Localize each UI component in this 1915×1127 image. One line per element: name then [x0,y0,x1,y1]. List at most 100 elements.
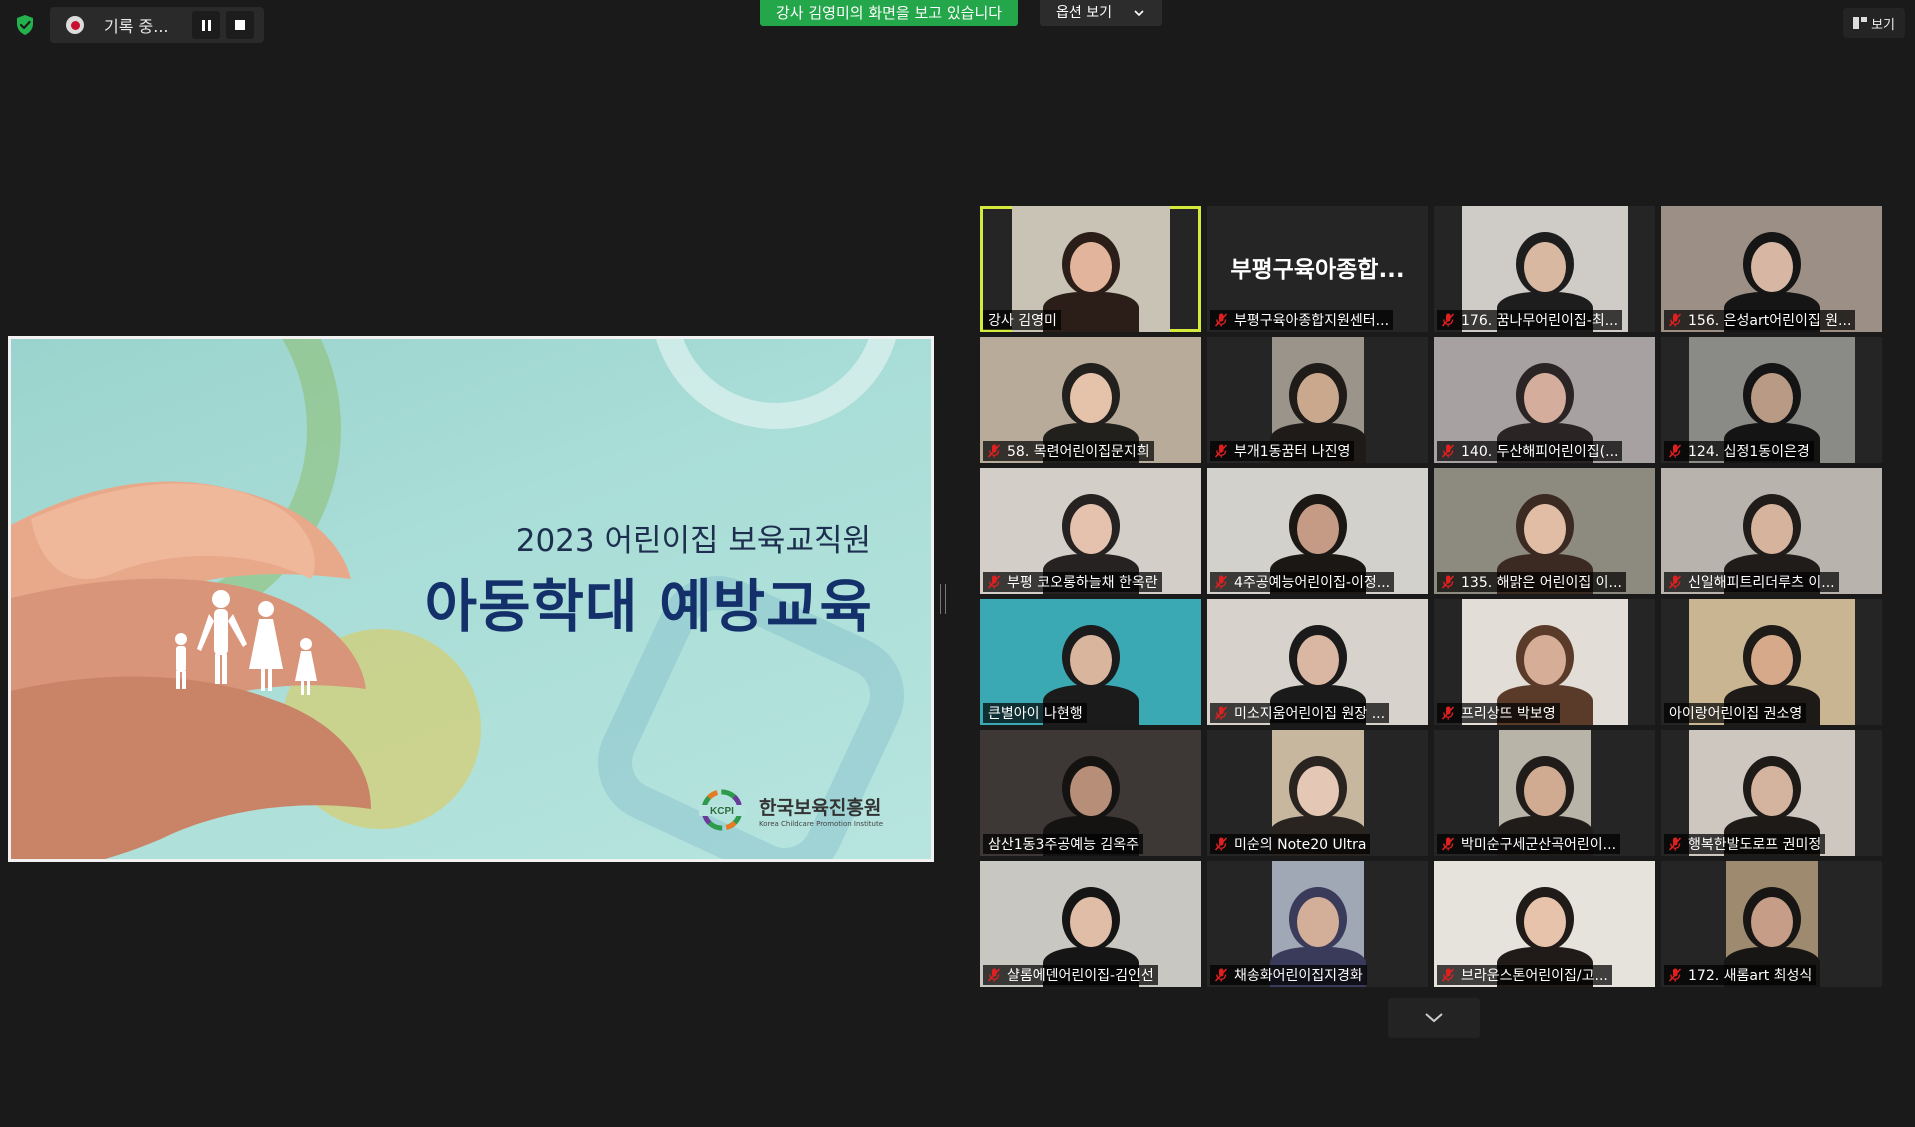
participant-name: 135. 해맑은 어린이집 이... [1461,575,1622,591]
participant-name: 부평구육아종합지원센터... [1234,313,1390,329]
participant-face [1296,897,1339,947]
participant-name: 미순의 Note20 Ultra [1234,837,1367,853]
participant-face [1523,373,1566,423]
mic-off-icon [1214,575,1228,589]
mic-off-icon [1214,313,1228,327]
participant-display-name: 부평구육아종합... [1230,257,1405,283]
slide-subtitle: 2023 어린이집 보육교직원 [515,523,871,559]
participant-name-bar: 135. 해맑은 어린이집 이... [1437,572,1626,592]
mic-off-icon [1668,968,1682,982]
participant-face [1523,766,1566,816]
participant-name-bar: 큰별아이 나현행 [983,703,1087,723]
mic-off-icon [1668,444,1682,458]
view-options-button[interactable]: 옵션 보기 [1040,0,1162,26]
participant-tile[interactable]: 부평 코오롱하늘채 한옥란 [980,468,1201,594]
participant-face [1750,766,1793,816]
participant-face [1523,504,1566,554]
participant-tile[interactable]: 172. 새롬art 최성식 [1661,861,1882,987]
slide-title: 아동학대 예방교육 [424,574,873,640]
participant-face [1296,504,1339,554]
participant-tile[interactable]: 124. 십정1동이은경 [1661,337,1882,463]
participant-face [1069,766,1112,816]
stop-recording-button[interactable] [226,11,254,39]
participant-name: 삼산1동3주공예능 김옥주 [988,837,1140,853]
participant-tile[interactable]: 부평구육아종합... 부평구육아종합지원센터... [1207,206,1428,332]
participant-tile[interactable]: 58. 목련어린이집문지희 [980,337,1201,463]
participant-name: 4주공예능어린이집-이정... [1234,575,1391,591]
participant-tile[interactable]: 176. 꿈나무어린이집-최... [1434,206,1655,332]
svg-text:KCPI: KCPI [710,806,734,817]
participant-face [1296,373,1339,423]
participant-face [1750,373,1793,423]
participant-tile[interactable]: 행복한발도로프 권미정 [1661,730,1882,856]
participant-name-bar: 강사 김영미 [983,310,1061,330]
participant-name-bar: 4주공예능어린이집-이정... [1210,572,1395,592]
participant-name-bar: 156. 은성art어린이집 원... [1664,310,1856,330]
participant-tile[interactable]: 샬롬에덴어린이집-김인선 [980,861,1201,987]
mic-off-icon [1441,575,1455,589]
participant-tile[interactable]: 135. 해맑은 어린이집 이... [1434,468,1655,594]
participant-tile[interactable]: 삼산1동3주공예능 김옥주 [980,730,1201,856]
participant-name: 프리상뜨 박보영 [1461,706,1556,722]
split-view-handle[interactable] [940,584,946,614]
participant-name-bar: 채송화어린이집지경화 [1210,965,1367,985]
mic-off-icon [1214,968,1228,982]
participant-tile[interactable]: 미순의 Note20 Ultra [1207,730,1428,856]
participant-tile[interactable]: 브라운스톤어린이집/고... [1434,861,1655,987]
participant-tile[interactable]: 부개1동꿈터 나진영 [1207,337,1428,463]
participant-name: 124. 십정1동이은경 [1688,444,1810,460]
participant-tile[interactable]: 4주공예능어린이집-이정... [1207,468,1428,594]
participant-name-bar: 140. 두산해피어린이집(... [1437,441,1623,461]
participant-tile[interactable]: 156. 은성art어린이집 원... [1661,206,1882,332]
org-name: 한국보육진흥원 [758,796,882,819]
recording-bar: 기록 중... [50,7,264,43]
participant-face [1069,373,1112,423]
chevron-down-icon [1425,1013,1443,1023]
participant-tile[interactable]: 아이랑어린이집 권소영 [1661,599,1882,725]
view-options-label: 옵션 보기 [1056,5,1112,21]
participant-name: 아이랑어린이집 권소영 [1669,706,1803,722]
participant-name: 140. 두산해피어린이집(... [1461,444,1619,460]
participant-tile[interactable]: 신일해피트리더루츠 이... [1661,468,1882,594]
shield-check-icon[interactable] [14,14,36,36]
participant-tile[interactable]: 강사 김영미 [980,206,1201,332]
pause-recording-button[interactable] [192,11,220,39]
view-label: 보기 [1871,17,1895,33]
participant-name: 176. 꿈나무어린이집-최... [1461,313,1619,329]
participant-face [1523,635,1566,685]
participant-name: 부평 코오롱하늘채 한옥란 [1007,575,1158,591]
participant-name-bar: 부평구육아종합지원센터... [1210,310,1394,330]
participant-tile[interactable]: 140. 두산해피어린이집(... [1434,337,1655,463]
mic-off-icon [987,575,1001,589]
participant-tile[interactable]: 프리상뜨 박보영 [1434,599,1655,725]
participant-tile[interactable]: 채송화어린이집지경화 [1207,861,1428,987]
participant-name: 박미순구세군산곡어린이... [1461,837,1617,853]
org-english-name: Korea Childcare Promotion Institute [758,819,883,828]
participant-name-bar: 프리상뜨 박보영 [1437,703,1560,723]
participant-name-bar: 부개1동꿈터 나진영 [1210,441,1355,461]
kcpi-logo-block: KCPI 한국보육진흥원 Korea Childcare Promotion I… [693,787,883,833]
participant-name: 행복한발도로프 권미정 [1688,837,1822,853]
participant-name: 강사 김영미 [988,313,1057,329]
participant-name: 156. 은성art어린이집 원... [1688,313,1852,329]
participant-tile[interactable]: 미소지움어린이집 원장 ... [1207,599,1428,725]
stop-icon [235,20,245,30]
participant-name-bar: 박미순구세군산곡어린이... [1437,834,1621,854]
participant-name: 브라운스톤어린이집/고... [1461,968,1608,984]
shared-screen[interactable]: 2023 어린이집 보육교직원 아동학대 예방교육 KCPI 한국보육진흥원 K… [8,336,934,862]
kcpi-logo-icon: KCPI [698,789,745,831]
participant-name-bar: 행복한발도로프 권미정 [1664,834,1826,854]
participant-tile[interactable]: 박미순구세군산곡어린이... [1434,730,1655,856]
participant-name-bar: 124. 십정1동이은경 [1664,441,1814,461]
mic-off-icon [987,968,1001,982]
participant-face [1069,635,1112,685]
participant-name: 부개1동꿈터 나진영 [1234,444,1351,460]
view-button[interactable]: 보기 [1843,8,1905,38]
mic-off-icon [987,444,1001,458]
participant-name-bar: 샬롬에덴어린이집-김인선 [983,965,1158,985]
participant-tile[interactable]: 큰별아이 나현행 [980,599,1201,725]
participant-face [1750,635,1793,685]
gallery-next-page-button[interactable] [1388,998,1480,1038]
participant-name-bar: 미순의 Note20 Ultra [1210,834,1371,854]
mic-off-icon [1441,837,1455,851]
